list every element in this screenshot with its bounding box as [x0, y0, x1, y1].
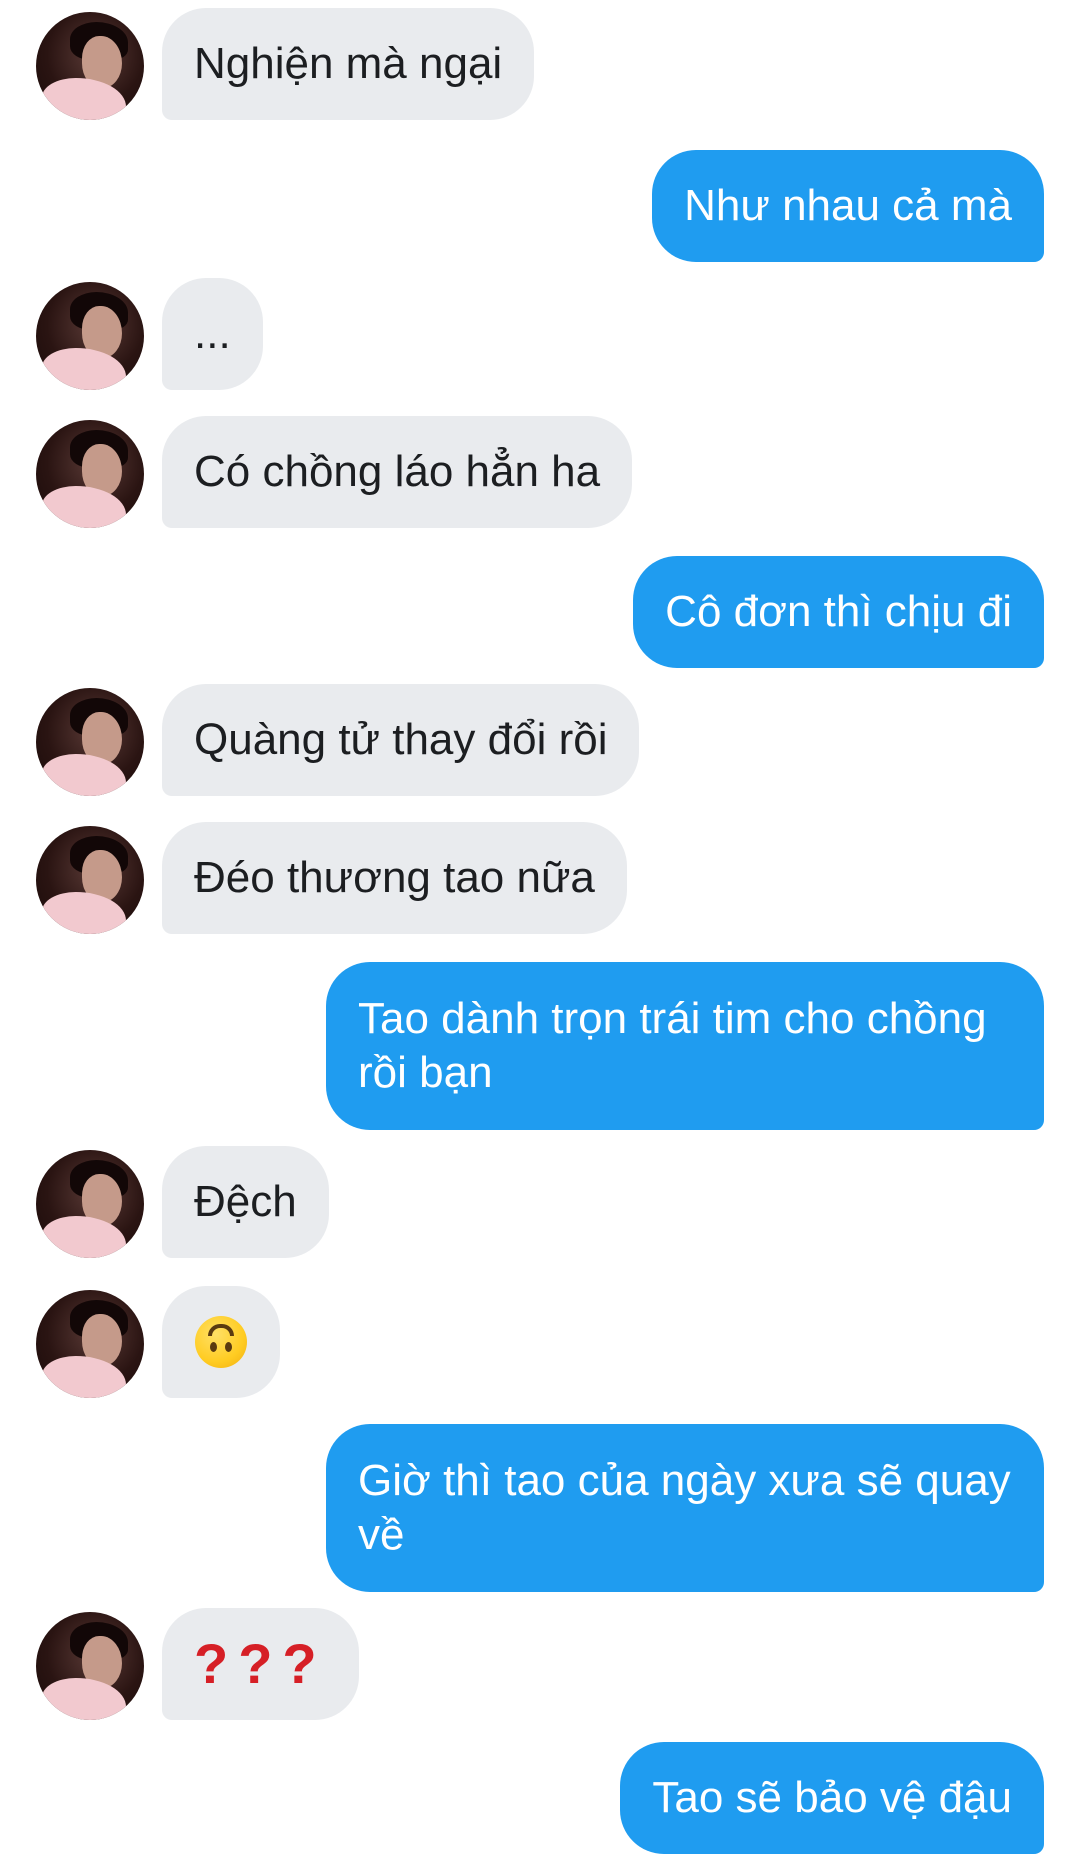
avatar[interactable]	[36, 420, 144, 528]
message-bubble-outgoing[interactable]: Giờ thì tao của ngày xưa sẽ quay về	[326, 1424, 1044, 1592]
message-bubble-incoming[interactable]: Nghiện mà ngại	[162, 8, 535, 120]
avatar[interactable]	[36, 688, 144, 796]
message-text: ...	[194, 309, 231, 358]
avatar[interactable]	[36, 826, 144, 934]
avatar[interactable]	[36, 1612, 144, 1720]
message-text: Có chồng láo hẳn ha	[194, 447, 601, 496]
avatar[interactable]	[36, 1150, 144, 1258]
message-text: Quàng tử thay đổi rồi	[194, 715, 608, 764]
message-bubble-outgoing[interactable]: Tao sẽ bảo vệ đậu	[620, 1742, 1044, 1854]
message-bubble-outgoing[interactable]: Như nhau cả mà	[652, 150, 1044, 262]
question-marks-icon: ???	[194, 1632, 327, 1695]
avatar[interactable]	[36, 1290, 144, 1398]
message-text: Đéo thương tao nữa	[194, 853, 595, 902]
message-bubble-outgoing[interactable]: Tao dành trọn trái tim cho chồng rồi bạn	[326, 962, 1044, 1130]
message-bubble-incoming[interactable]: Đệch	[162, 1146, 329, 1258]
message-bubble-incoming[interactable]: Đéo thương tao nữa	[162, 822, 627, 934]
avatar[interactable]	[36, 282, 144, 390]
message-bubble-incoming[interactable]: Quàng tử thay đổi rồi	[162, 684, 640, 796]
message-bubble-incoming[interactable]	[162, 1286, 280, 1398]
message-bubble-outgoing[interactable]: Cô đơn thì chịu đi	[633, 556, 1044, 668]
message-text: Cô đơn thì chịu đi	[665, 587, 1012, 636]
upside-down-face-icon	[195, 1316, 247, 1368]
message-text: Đệch	[194, 1177, 297, 1226]
message-text: Tao dành trọn trái tim cho chồng rồi bạn	[358, 994, 987, 1097]
message-text: Giờ thì tao của ngày xưa sẽ quay về	[358, 1456, 1011, 1559]
message-bubble-incoming[interactable]: Có chồng láo hẳn ha	[162, 416, 633, 528]
message-text: Như nhau cả mà	[684, 181, 1012, 230]
avatar[interactable]	[36, 12, 144, 120]
message-bubble-incoming[interactable]: ???	[162, 1608, 359, 1720]
message-text: Nghiện mà ngại	[194, 39, 503, 88]
message-bubble-incoming[interactable]: ...	[162, 278, 263, 390]
message-text: Tao sẽ bảo vệ đậu	[652, 1773, 1012, 1822]
